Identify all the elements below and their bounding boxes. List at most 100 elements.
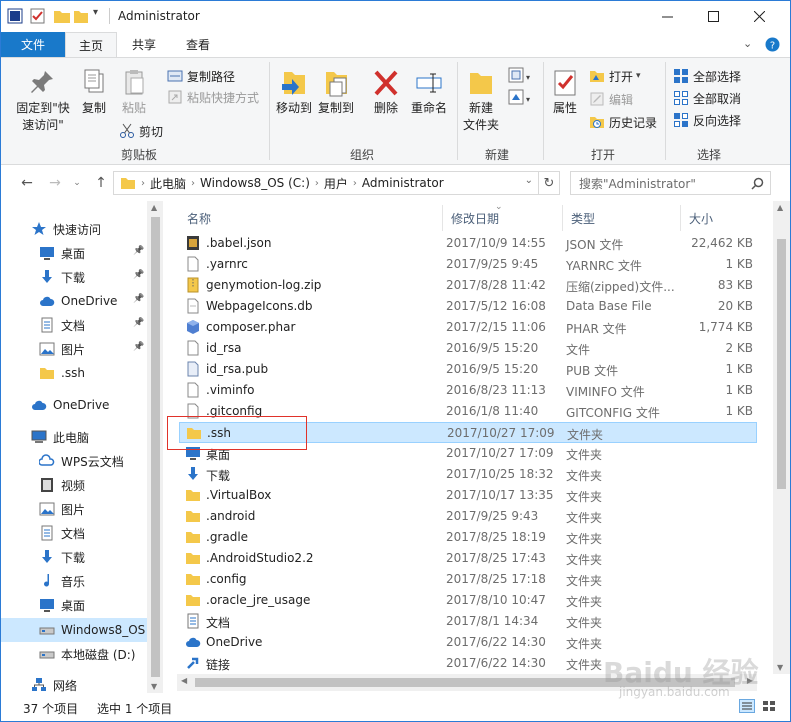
file-type: YARNRC 文件 (566, 259, 642, 273)
column-header-name[interactable]: 名称 (179, 205, 443, 231)
collapse-ribbon-icon[interactable]: ⌄ (743, 37, 752, 50)
breadcrumb-users[interactable]: 用户 (324, 175, 348, 192)
forward-button[interactable]: → (47, 175, 63, 191)
file-date: 2017/6/22 14:30 (446, 656, 546, 670)
refresh-button[interactable]: ↻ (538, 171, 560, 195)
history-button[interactable]: 历史记录 (589, 112, 657, 132)
new-item-icon[interactable]: ▾ (507, 66, 531, 86)
search-input[interactable]: 搜索"Administrator" (570, 171, 771, 195)
nav-item[interactable]: OneDrive (1, 393, 147, 417)
scroll-up-icon[interactable]: ▲ (151, 203, 157, 212)
file-row[interactable]: .VirtualBox 2017/10/17 13:35 文件夹 (179, 485, 757, 506)
nav-item[interactable]: 此电脑 (1, 425, 147, 449)
maximize-button[interactable] (691, 1, 736, 32)
file-row[interactable]: .yarnrc 2017/9/25 9:45 YARNRC 文件 1 KB (179, 254, 757, 275)
close-button[interactable] (737, 1, 782, 32)
copy-button[interactable]: 复制 (77, 68, 111, 117)
file-row[interactable]: .babel.json 2017/10/9 14:55 JSON 文件 22,462 … (179, 233, 757, 254)
nav-item[interactable]: 音乐 (1, 569, 147, 593)
copy-path-button[interactable]: 复制路径 (167, 66, 235, 86)
file-row[interactable]: .viminfo 2016/8/23 11:13 VIMINFO 文件 1 KB (179, 380, 757, 401)
breadcrumb-this-pc[interactable]: 此电脑 (150, 175, 186, 192)
delete-button[interactable]: 删除 (369, 68, 403, 117)
rename-button[interactable]: 重命名 (407, 68, 451, 117)
nav-item[interactable]: 图片 (1, 497, 147, 521)
file-row[interactable]: .oracle_jre_usage 2017/8/10 10:47 文件夹 (179, 590, 757, 611)
address-dropdown-icon[interactable]: ⌄ (525, 175, 533, 186)
copy-to-label: 复制到 (317, 101, 354, 115)
file-row[interactable]: 下载 2017/10/25 18:32 文件夹 (179, 464, 757, 485)
nav-item[interactable]: Windows8_OS (1, 618, 147, 642)
up-button[interactable]: ↑ (93, 175, 109, 191)
scroll-down-icon[interactable]: ▼ (777, 663, 783, 672)
nav-item[interactable]: 快速访问 (1, 217, 147, 241)
nav-item[interactable]: 图片 📌 (1, 337, 147, 361)
nav-item[interactable]: 文档 📌 (1, 313, 147, 337)
nav-scroll-thumb[interactable] (151, 217, 160, 677)
nav-item[interactable]: 下载 📌 (1, 265, 147, 289)
nav-item[interactable]: WPS云文档 (1, 449, 147, 473)
large-icons-view-icon[interactable] (761, 699, 777, 713)
recent-locations-button[interactable]: ⌄ (69, 175, 85, 191)
customize-qa-chevron-icon[interactable]: ▾ (93, 7, 98, 23)
file-row[interactable]: .android 2017/9/25 9:43 文件夹 (179, 506, 757, 527)
pin-quick-access-button[interactable]: 固定到"快速访问" (13, 68, 73, 134)
tab-share[interactable]: 共享 (117, 32, 171, 57)
column-header-date[interactable]: 修改日期 ⌄ (443, 202, 563, 231)
file-row[interactable]: genymotion-log.zip 2017/8/28 11:42 压缩(zipp… (179, 275, 757, 296)
cut-button[interactable]: 剪切 (119, 121, 163, 141)
tab-view[interactable]: 查看 (171, 32, 225, 57)
help-icon[interactable]: ? (765, 37, 780, 52)
edit-button[interactable]: 编辑 (589, 89, 633, 109)
nav-item[interactable]: .ssh (1, 361, 147, 385)
file-row[interactable]: composer.phar 2017/2/15 11:06 PHAR 文件 1,774… (179, 317, 757, 338)
file-scroll-thumb[interactable] (777, 239, 786, 489)
copy-to-button[interactable]: 复制到 (317, 68, 355, 117)
file-row[interactable]: id_rsa.pub 2016/9/5 15:20 PUB 文件 1 KB (179, 359, 757, 380)
new-folder-quick-icon[interactable] (53, 8, 71, 24)
breadcrumb-administrator[interactable]: Administrator (362, 176, 444, 190)
properties-button[interactable]: 属性 (547, 68, 583, 117)
edit-icon (590, 92, 604, 106)
open-button[interactable]: 打开 ▾ (589, 66, 641, 86)
paste-button[interactable]: 粘贴 (117, 68, 151, 117)
file-row[interactable]: 文档 2017/8/1 14:34 文件夹 (179, 611, 757, 632)
file-row[interactable]: WebpageIcons.db 2017/5/12 16:08 Data Base … (179, 296, 757, 317)
scroll-left-icon[interactable]: ◀ (181, 676, 187, 685)
nav-item[interactable]: 视频 (1, 473, 147, 497)
easy-access-icon[interactable]: ▾ (507, 88, 531, 108)
details-view-icon[interactable] (739, 699, 755, 713)
nav-item[interactable]: 本地磁盘 (D:) (1, 642, 147, 666)
file-row[interactable]: id_rsa 2016/9/5 15:20 文件 2 KB (179, 338, 757, 359)
nav-item[interactable]: 文档 (1, 521, 147, 545)
file-row[interactable]: .config 2017/8/25 17:18 文件夹 (179, 569, 757, 590)
select-none-button[interactable]: 全部取消 (673, 88, 741, 108)
new-folder-button[interactable]: 新建 文件夹 (461, 68, 501, 134)
column-header-size[interactable]: 大小 (681, 205, 757, 231)
new-folder-icon (470, 73, 492, 94)
nav-item[interactable]: 下载 (1, 545, 147, 569)
file-row[interactable]: OneDrive 2017/6/22 14:30 文件夹 (179, 632, 757, 653)
column-header-type[interactable]: 类型 (563, 205, 681, 231)
nav-item[interactable]: OneDrive 📌 (1, 289, 147, 313)
folder-quick-icon[interactable] (73, 8, 89, 24)
tab-file[interactable]: 文件 (1, 32, 65, 57)
nav-item[interactable]: 桌面 📌 (1, 241, 147, 265)
minimize-button[interactable] (645, 1, 690, 32)
file-list-scrollbar[interactable]: ▲ ▼ (773, 201, 790, 674)
nav-scrollbar[interactable]: ▲ ▼ (147, 201, 164, 693)
invert-selection-button[interactable]: 反向选择 (673, 110, 741, 130)
select-all-button[interactable]: 全部选择 (673, 66, 741, 86)
breadcrumb-drive-c[interactable]: Windows8_OS (C:) (200, 176, 310, 190)
scroll-up-icon[interactable]: ▲ (777, 203, 783, 212)
properties-quick-icon[interactable] (29, 8, 47, 24)
tab-home[interactable]: 主页 (65, 32, 117, 57)
file-row[interactable]: .AndroidStudio2.2 2017/8/25 17:43 文件夹 (179, 548, 757, 569)
paste-shortcut-button[interactable]: 粘贴快捷方式 (167, 87, 259, 107)
nav-item[interactable]: 桌面 (1, 593, 147, 617)
move-to-button[interactable]: 移动到 (275, 68, 313, 117)
scroll-down-icon[interactable]: ▼ (151, 682, 157, 691)
address-bar[interactable]: › 此电脑 › Windows8_OS (C:) › 用户 › Administ… (113, 171, 560, 195)
file-row[interactable]: .gradle 2017/8/25 18:19 文件夹 (179, 527, 757, 548)
back-button[interactable]: ← (19, 175, 35, 191)
